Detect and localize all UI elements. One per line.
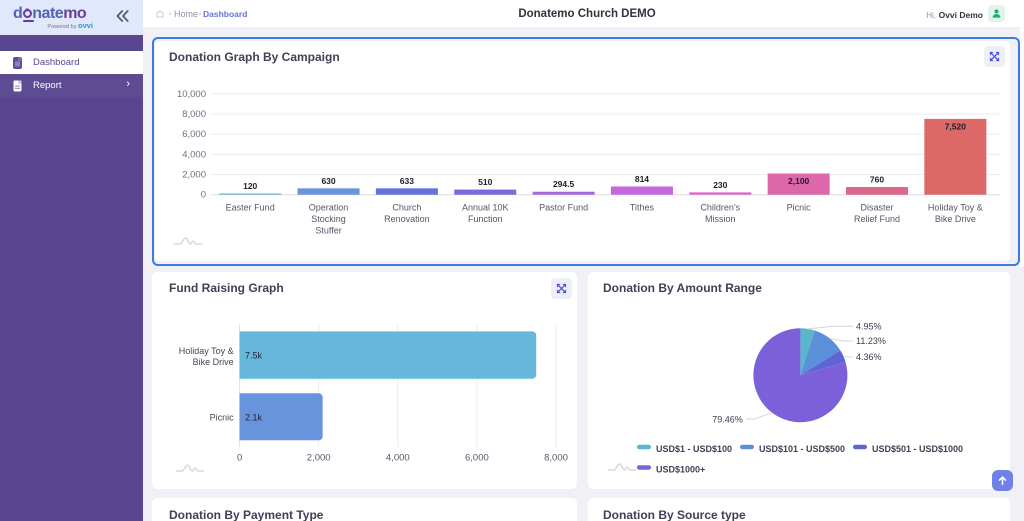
svg-text:Stuffer: Stuffer: [315, 226, 341, 236]
svg-text:4,000: 4,000: [386, 453, 410, 464]
svg-text:Function: Function: [468, 214, 503, 224]
svg-text:Holiday Toy &: Holiday Toy &: [179, 346, 234, 356]
svg-text:Operation: Operation: [309, 203, 349, 213]
svg-text:814: 814: [635, 174, 649, 184]
svg-text:2,000: 2,000: [182, 170, 206, 181]
svg-text:7,520: 7,520: [945, 121, 967, 131]
svg-text:120: 120: [243, 181, 257, 191]
svg-text:Bike Drive: Bike Drive: [935, 214, 976, 224]
svg-text:Pastor Fund: Pastor Fund: [539, 203, 588, 213]
svg-text:Tithes: Tithes: [630, 203, 655, 213]
svg-text:4.95%: 4.95%: [856, 321, 882, 331]
svg-text:4.36%: 4.36%: [856, 352, 882, 362]
svg-text:Holiday Toy &: Holiday Toy &: [928, 203, 983, 213]
svg-text:USD$501 - USD$1000: USD$501 - USD$1000: [872, 444, 963, 454]
svg-text:Annual 10K: Annual 10K: [462, 203, 509, 213]
svg-text:230: 230: [713, 180, 727, 190]
svg-text:8,000: 8,000: [182, 109, 206, 120]
svg-text:Mission: Mission: [705, 214, 736, 224]
svg-text:2.1k: 2.1k: [245, 412, 263, 422]
svg-text:7.5k: 7.5k: [245, 351, 263, 361]
svg-text:Renovation: Renovation: [384, 214, 430, 224]
svg-text:Picnic: Picnic: [210, 412, 235, 422]
svg-text:USD$1 - USD$100: USD$1 - USD$100: [656, 444, 732, 454]
svg-text:10,000: 10,000: [177, 89, 206, 100]
svg-text:6,000: 6,000: [182, 129, 206, 140]
svg-text:Easter Fund: Easter Fund: [226, 203, 275, 213]
svg-text:Relief Fund: Relief Fund: [854, 214, 900, 224]
svg-text:USD$1000+: USD$1000+: [656, 465, 705, 475]
svg-text:760: 760: [870, 175, 884, 185]
svg-text:4,000: 4,000: [182, 149, 206, 160]
svg-text:294.5: 294.5: [553, 179, 575, 189]
svg-text:2,100: 2,100: [788, 176, 810, 186]
svg-text:79.46%: 79.46%: [712, 414, 743, 424]
svg-text:Disaster: Disaster: [860, 203, 893, 213]
svg-text:USD$101 - USD$500: USD$101 - USD$500: [759, 444, 845, 454]
svg-text:0: 0: [201, 190, 206, 201]
svg-text:Stocking: Stocking: [311, 214, 346, 224]
svg-text:Picnic: Picnic: [787, 203, 812, 213]
svg-text:Church: Church: [392, 203, 421, 213]
svg-text:8,000: 8,000: [544, 453, 568, 464]
svg-text:Children's: Children's: [700, 203, 740, 213]
svg-text:6,000: 6,000: [465, 453, 489, 464]
svg-text:Bike Drive: Bike Drive: [193, 357, 234, 367]
svg-text:630: 630: [321, 176, 335, 186]
svg-text:510: 510: [478, 177, 492, 187]
svg-text:0: 0: [237, 453, 242, 464]
svg-text:633: 633: [400, 176, 414, 186]
svg-text:11.23%: 11.23%: [856, 336, 886, 346]
svg-text:2,000: 2,000: [307, 453, 331, 464]
